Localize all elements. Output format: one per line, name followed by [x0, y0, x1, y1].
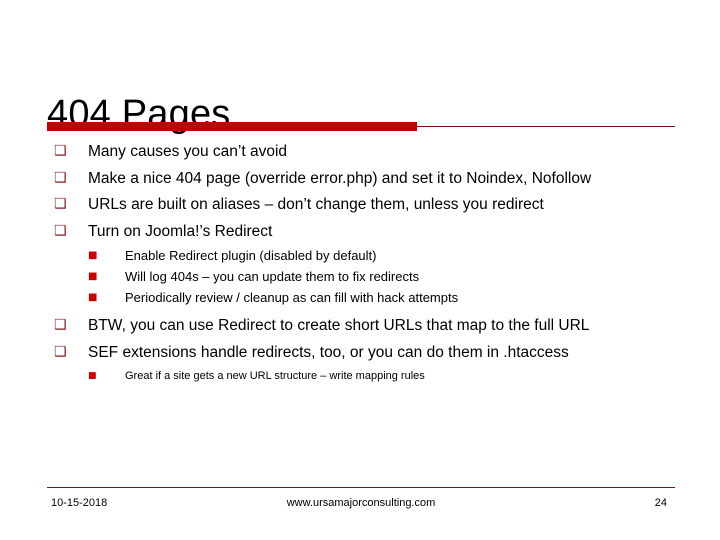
square-outline-bullet-icon: ❑	[54, 343, 67, 360]
list-item: ❑ Turn on Joomla!’s Redirect ■ Enable Re…	[47, 220, 677, 309]
sub-bullet-list: ■ Great if a site gets a new URL structu…	[88, 367, 677, 385]
footer-page-number: 24	[654, 497, 667, 509]
square-filled-bullet-icon: ■	[88, 371, 97, 381]
sub-list-item-text: Periodically review / cleanup as can fil…	[125, 290, 459, 305]
sub-bullet-list: ■ Enable Redirect plugin (disabled by de…	[88, 246, 677, 308]
list-item-text: Many causes you can’t avoid	[88, 143, 288, 160]
list-item-text: URLs are built on aliases – don’t change…	[88, 196, 544, 213]
square-outline-bullet-icon: ❑	[54, 143, 67, 159]
slide: 404 Pages ❑ Many causes you can’t avoid …	[0, 0, 720, 540]
square-outline-bullet-icon: ❑	[54, 169, 67, 186]
sub-list-item-text: Enable Redirect plugin (disabled by defa…	[125, 248, 377, 263]
list-item: ❑ BTW, you can use Redirect to create sh…	[47, 314, 677, 338]
title-accent-bar	[47, 122, 417, 131]
list-item: ❑ URLs are built on aliases – don’t chan…	[47, 193, 677, 217]
list-item: ❑ SEF extensions handle redirects, too, …	[47, 341, 677, 386]
list-item: ❑ Make a nice 404 page (override error.p…	[47, 167, 677, 191]
sub-list-item-text: Great if a site gets a new URL structure…	[125, 370, 425, 382]
square-outline-bullet-icon: ❑	[54, 196, 67, 212]
list-item: ❑ Many causes you can’t avoid	[47, 140, 677, 164]
footer-divider-line	[47, 487, 675, 488]
list-item-text: Turn on Joomla!’s Redirect	[88, 222, 273, 240]
list-item-text: SEF extensions handle redirects, too, or…	[88, 343, 569, 361]
footer: 10-15-2018 www.ursamajorconsulting.com 2…	[47, 494, 675, 512]
square-filled-bullet-icon: ■	[88, 271, 98, 282]
sub-list-item: ■ Will log 404s – you can update them to…	[88, 267, 677, 287]
square-filled-bullet-icon: ■	[88, 250, 98, 261]
sub-list-item: ■ Enable Redirect plugin (disabled by de…	[88, 246, 677, 266]
square-outline-bullet-icon: ❑	[54, 222, 67, 239]
square-filled-bullet-icon: ■	[88, 292, 98, 303]
sub-list-item: ■ Periodically review / cleanup as can f…	[88, 288, 677, 308]
bullet-list: ❑ Many causes you can’t avoid ❑ Make a n…	[47, 140, 677, 385]
list-item-text: Make a nice 404 page (override error.php…	[88, 169, 592, 187]
square-outline-bullet-icon: ❑	[54, 317, 67, 333]
sub-list-item-text: Will log 404s – you can update them to f…	[125, 269, 420, 284]
list-item-text: BTW, you can use Redirect to create shor…	[88, 317, 590, 334]
slide-body: ❑ Many causes you can’t avoid ❑ Make a n…	[47, 140, 677, 391]
footer-url: www.ursamajorconsulting.com	[286, 497, 436, 509]
sub-list-item: ■ Great if a site gets a new URL structu…	[88, 367, 677, 385]
